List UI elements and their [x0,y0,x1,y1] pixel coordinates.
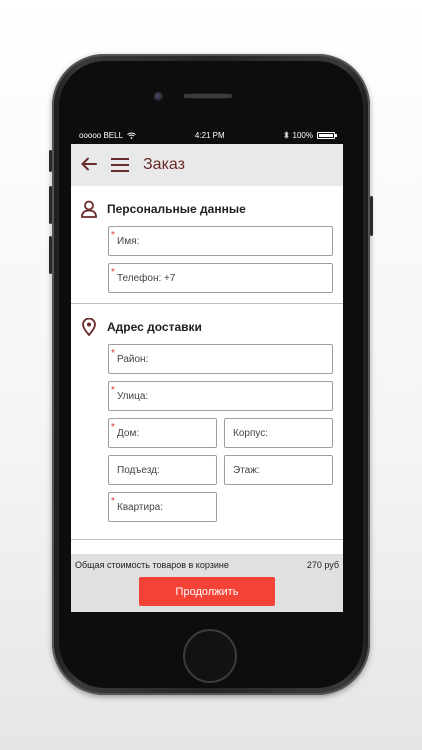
house-field-label: Дом: [117,427,140,439]
delivery-address-section: Адрес доставки * Район: * Улица: * Дом: … [71,304,343,540]
cart-total-label: Общая стоимость товаров в корзине [75,560,229,570]
status-bar: ooooo BELL 4:21 PM 100% [71,126,343,144]
wifi-icon [127,132,136,139]
required-mark: * [111,422,115,433]
floor-field-label: Этаж: [233,464,260,476]
volume-button [49,150,52,172]
bluetooth-icon [283,131,289,139]
required-mark: * [111,385,115,396]
street-field-label: Улица: [117,390,149,402]
clock: 4:21 PM [194,130,225,140]
carrier-label: ooooo BELL [79,130,124,140]
house-field[interactable]: * Дом: [108,418,217,448]
power-button [370,196,373,236]
battery-icon [317,131,337,139]
district-field-label: Район: [117,353,149,365]
district-field[interactable]: * Район: [108,344,333,374]
building-field-label: Корпус: [233,427,269,439]
apartment-field-label: Квартира: [117,501,163,513]
volume-button [49,236,52,274]
app-bar: Заказ [71,144,343,186]
house-building-row: * Дом: Корпус: [108,418,333,455]
entrance-field-label: Подъезд: [117,464,160,476]
delivery-address-header: Адрес доставки [81,318,333,336]
cart-total-value: 270 руб [306,560,339,570]
continue-button[interactable]: Продолжить [139,577,275,606]
location-pin-icon [81,318,97,336]
page-title: Заказ [143,156,185,173]
required-mark: * [111,496,115,507]
section-title: Персональные данные [107,202,246,216]
entrance-floor-row: Подъезд: Этаж: [108,455,333,492]
cart-total: Общая стоимость товаров в корзине 270 ру… [75,560,339,570]
app-screen: ooooo BELL 4:21 PM 100% Заказ Персональн… [71,126,343,612]
phone-field-label: Телефон: +7 [117,272,176,284]
building-field[interactable]: Корпус: [224,418,333,448]
personal-data-section: Персональные данные * Имя: * Телефон: +7 [71,186,343,304]
apartment-field[interactable]: * Квартира: [108,492,217,522]
checkout-footer: Общая стоимость товаров в корзине 270 ру… [71,554,343,612]
personal-data-header: Персональные данные [81,200,333,218]
required-mark: * [111,230,115,241]
required-mark: * [111,348,115,359]
street-field[interactable]: * Улица: [108,381,333,411]
floor-field[interactable]: Этаж: [224,455,333,485]
name-field-label: Имя: [117,235,140,247]
section-title: Адрес доставки [107,320,202,334]
front-camera [154,92,163,101]
earpiece-speaker [183,93,233,99]
phone-field[interactable]: * Телефон: +7 [108,263,333,293]
entrance-field[interactable]: Подъезд: [108,455,217,485]
back-arrow-icon[interactable] [81,155,97,175]
battery-percent: 100% [292,130,313,140]
required-mark: * [111,267,115,278]
home-button[interactable] [183,629,237,683]
person-icon [81,200,97,218]
menu-icon[interactable] [111,158,129,172]
apartment-row: * Квартира: [108,492,333,529]
volume-button [49,186,52,224]
name-field[interactable]: * Имя: [108,226,333,256]
